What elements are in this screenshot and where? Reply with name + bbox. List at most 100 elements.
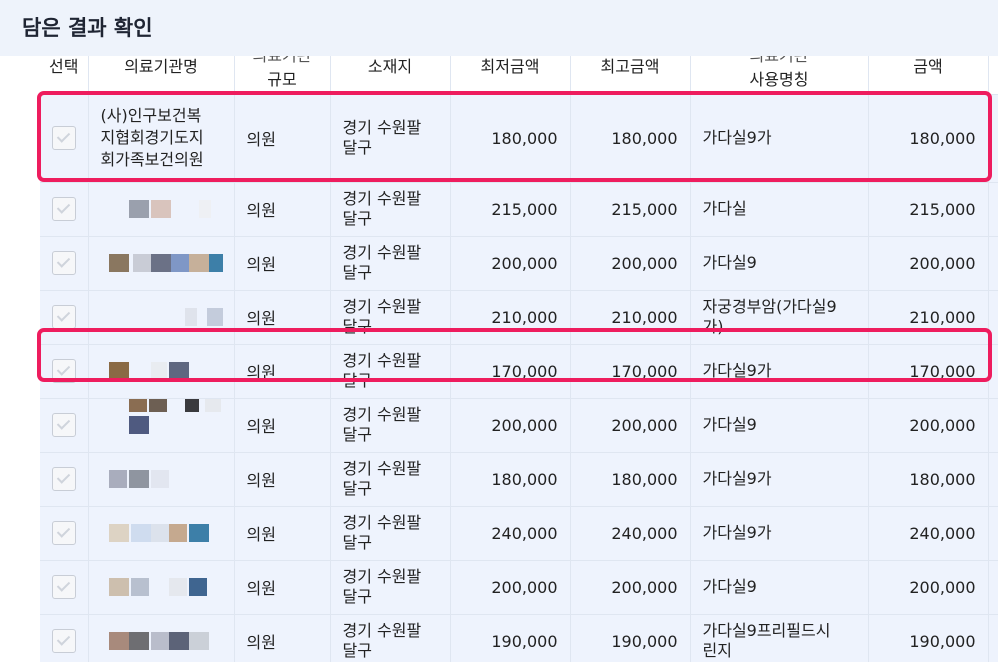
min-price-cell: 200,000 [450,560,571,615]
blurred-block [108,524,129,542]
size-cell: 의원 [234,398,331,453]
row-checkbox[interactable] [51,359,76,383]
location-cell: 경기 수원팔 달구 [330,94,451,183]
size-cell: 의원 [234,560,331,615]
col-select: 선택 [40,56,89,95]
blurred-block [128,416,149,434]
blurred-block [188,578,207,596]
table-row[interactable]: 의원 경기 수원팔 달구 200,000 200,000 가다실9 200,000 [40,560,998,615]
max-price-cell: 180,000 [570,94,691,183]
table-row[interactable]: 의원 경기 수원팔 달구 200,000 200,000 가다실9 200,000 [40,398,998,453]
hospital-name-cell [88,560,235,615]
location-cell: 경기 수원팔 달구 [330,452,451,507]
blurred-block [148,398,167,412]
location-cell: 경기 수원팔 달구 [330,560,451,615]
hospital-name-cell [88,290,235,345]
hospital-name-cell [88,344,235,399]
row-checkbox[interactable] [51,305,76,329]
table-row[interactable]: 의원 경기 수원팔 달구 200,000 200,000 가다실9 200,000 [40,236,998,291]
extra-cell [988,614,998,662]
col-location: 소재지 [330,56,451,95]
row-checkbox[interactable] [51,413,76,437]
row-checkbox[interactable] [51,126,76,150]
max-price-cell: 215,000 [570,182,691,237]
table-row[interactable]: 의원 경기 수원팔 달구 190,000 190,000 가다실9프리필드시 린지 190… [40,614,998,662]
blurred-block [188,254,209,272]
table-row[interactable]: 의원 경기 수원팔 달구 215,000 215,000 가다실 215,000 [40,182,998,237]
blurred-block [132,254,151,272]
location-cell: 경기 수원팔 달구 [330,182,451,237]
min-price-cell: 190,000 [450,614,571,662]
hospital-name-cell [88,236,235,291]
row-checkbox[interactable] [51,467,76,491]
blurred-block [108,470,127,488]
hospital-name[interactable]: (사)인구보건복 지협회경기도지 회가족보건의원 [101,106,204,169]
max-price-cell: 200,000 [570,236,691,291]
table-row[interactable]: 의원 경기 수원팔 달구 240,000 240,000 가다실9가 240,000 [40,506,998,561]
row-checkbox[interactable] [51,629,76,653]
min-price-cell: 240,000 [450,506,571,561]
blurred-block [170,254,191,272]
col-name: 의료기관명 [88,56,235,95]
usage-name-cell: 가다실9가 [690,452,869,507]
blurred-block [150,254,171,272]
min-price-cell: 210,000 [450,290,571,345]
row-select-cell [40,398,89,453]
max-price-cell: 210,000 [570,290,691,345]
usage-name-cell: 가다실 [690,182,869,237]
row-checkbox[interactable] [51,521,76,545]
col-size: 의료기관규모 [234,56,331,95]
table-body: (사)인구보건복 지협회경기도지 회가족보건의원 의원 경기 수원팔 달구 180,0… [40,94,998,662]
col-extra [988,56,998,95]
extra-cell [988,398,998,453]
max-price-cell: 170,000 [570,344,691,399]
row-checkbox[interactable] [51,251,76,275]
extra-cell [988,506,998,561]
size-cell: 의원 [234,182,331,237]
blurred-block [184,398,199,412]
size-cell: 의원 [234,614,331,662]
blurred-block [108,632,129,650]
blurred-block [168,362,189,380]
blurred-block [208,254,223,272]
blurred-name [101,292,234,342]
blurred-block [168,524,187,542]
min-price-cell: 215,000 [450,182,571,237]
hospital-name-cell [88,506,235,561]
blurred-name [101,562,234,612]
blurred-block [188,524,209,542]
row-checkbox[interactable] [51,575,76,599]
size-cell: 의원 [234,236,331,291]
row-checkbox[interactable] [51,197,76,221]
result-header: 담은 결과 확인 [0,0,998,56]
amount-cell: 240,000 [868,506,989,561]
table-row[interactable]: (사)인구보건복 지협회경기도지 회가족보건의원 의원 경기 수원팔 달구 180,0… [40,94,998,183]
min-price-cell: 180,000 [450,452,571,507]
usage-name-cell: 가다실9가 [690,344,869,399]
blurred-block [168,632,189,650]
amount-cell: 210,000 [868,290,989,345]
blurred-block [128,398,147,412]
usage-name-cell: 가다실9프리필드시 린지 [690,614,869,662]
table-row[interactable]: 의원 경기 수원팔 달구 180,000 180,000 가다실9가 180,000 [40,452,998,507]
page-title: 담은 결과 확인 [22,16,153,40]
table-row[interactable]: 의원 경기 수원팔 달구 170,000 170,000 가다실9가 170,000 [40,344,998,399]
row-select-cell [40,182,89,237]
blurred-block [150,362,167,380]
blurred-block [204,398,221,412]
size-cell: 의원 [234,290,331,345]
blurred-block [108,254,129,272]
result-table-container[interactable]: 선택 의료기관명 의료기관규모 소재지 최저금액 최고금액 의료기관사용명칭 금… [40,56,998,662]
blurred-block [128,200,149,218]
amount-cell: 190,000 [868,614,989,662]
row-select-cell [40,290,89,345]
extra-cell [988,560,998,615]
row-select-cell [40,452,89,507]
row-select-cell [40,344,89,399]
table-row[interactable]: 의원 경기 수원팔 달구 210,000 210,000 자궁경부암(가다실9 가) 21… [40,290,998,345]
amount-cell: 180,000 [868,452,989,507]
blurred-block [108,362,129,380]
size-cell: 의원 [234,344,331,399]
amount-cell: 215,000 [868,182,989,237]
max-price-cell: 200,000 [570,560,691,615]
